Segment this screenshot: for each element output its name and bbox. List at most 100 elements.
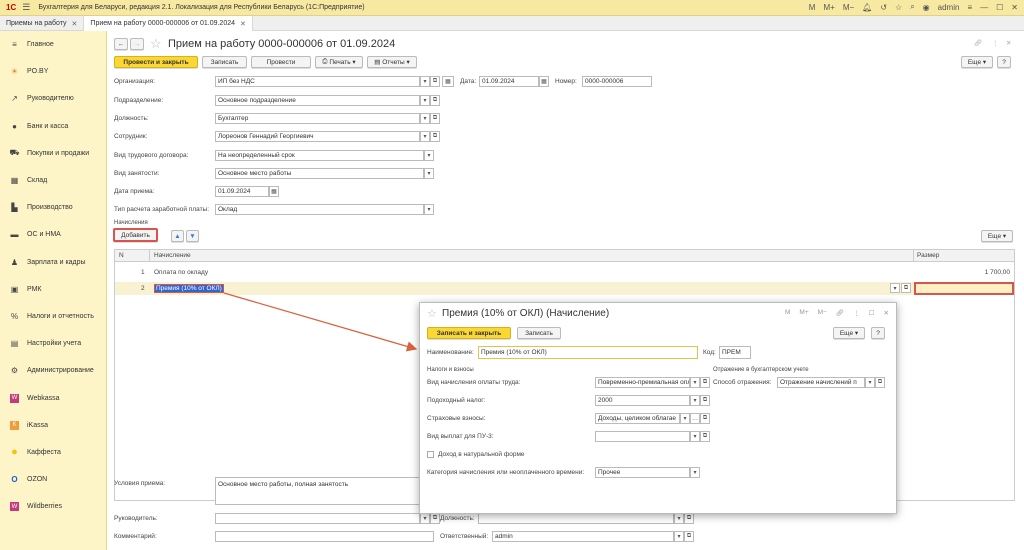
warehouse-icon: ▦ (10, 176, 19, 186)
save-and-close-button[interactable]: Записать и закрыть (427, 327, 511, 339)
sidebar-item-12[interactable]: ▤ Настройки учета (0, 330, 106, 357)
pay-kind-field[interactable]: Повременно-премиальная опл (595, 377, 690, 388)
title-bar-tools: M M+ M− 🔔︎ ↺ ☆ ⌕ ◉ admin ≡ — ☐ ✕ (809, 2, 1018, 12)
kaffesta-icon: ● (11, 446, 18, 459)
sidebar-item-6[interactable]: ▦ Склад (0, 167, 106, 194)
pu3-field[interactable] (595, 431, 690, 442)
pay-kind-label: Вид начисления оплаты труда: (427, 379, 521, 386)
dialog-more-button[interactable]: Еще ▾ (833, 327, 865, 339)
people-icon: ♟ (10, 257, 19, 267)
user-name[interactable]: admin (938, 3, 960, 12)
star-icon[interactable]: ☆ (895, 3, 902, 12)
sidebar-item-8[interactable]: ▬ ОС и НМА (0, 221, 106, 248)
sidebar-item-label: Администрирование (27, 367, 94, 375)
close-icon[interactable]: ✕ (72, 20, 78, 28)
maximize-icon[interactable]: ☐ (996, 3, 1003, 12)
history-icon[interactable]: ↺ (880, 3, 887, 12)
dropdown-arrow-icon[interactable]: ▾ (690, 467, 700, 478)
sidebar-item-label: Webkassa (27, 394, 60, 402)
sidebar-item-5[interactable]: ⛟ Покупки и продажи (0, 140, 106, 167)
dialog-help-button[interactable]: ? (871, 327, 885, 339)
sidebar-item-2[interactable]: ☀ PO.BY (0, 58, 106, 85)
dropdown-arrow-icon[interactable]: ▾ (680, 413, 690, 424)
close-icon[interactable]: ✕ (883, 309, 888, 317)
open-link-icon[interactable]: ⧉ (700, 377, 710, 388)
sidebar-item-15[interactable]: KiKassa (0, 412, 106, 439)
sidebar-item-13[interactable]: ⚙ Администрирование (0, 357, 106, 384)
sidebar-item-label: Каффеста (27, 448, 61, 456)
insurance-field[interactable]: Доходы, целиком облагае (595, 413, 680, 424)
code-label: Код: (703, 349, 716, 356)
income-tax-label: Подоходный налог: (427, 397, 486, 404)
cart-icon: ⛟ (9, 148, 20, 158)
open-link-icon[interactable]: ⧉ (700, 431, 710, 442)
register-icon: ▣ (10, 284, 19, 294)
sun-icon: ☀ (10, 67, 19, 77)
bell-icon[interactable]: 🔔︎ (862, 3, 872, 12)
document-form: ← → ☆ Прием на работу 0000-000006 от 01.… (108, 31, 1024, 550)
link-icon[interactable]: 🔗︎ (836, 309, 844, 317)
memory-m-button[interactable]: M (785, 309, 790, 317)
title-bar: 1С ☰ Бухгалтерия для Беларуси, редакция … (0, 0, 1024, 16)
more-options-icon[interactable]: … (690, 413, 700, 424)
reflect-field[interactable]: Отражение начислений п (777, 377, 865, 388)
reflect-label: Способ отражения: (713, 379, 772, 386)
sidebar-item-label: Настройки учета (27, 340, 82, 348)
sidebar-item-label: Покупки и продажи (27, 149, 90, 157)
dropdown-arrow-icon[interactable]: ▾ (865, 377, 875, 388)
in-kind-checkbox[interactable] (427, 451, 434, 458)
sidebar-item-1[interactable]: ≡ Главное (0, 31, 106, 58)
minimize-icon[interactable]: — (980, 3, 988, 12)
sidebar-item-label: Склад (27, 177, 48, 185)
main-menu-icon[interactable]: ☰ (22, 2, 30, 13)
sidebar-item-9[interactable]: ♟ Зарплата и кадры (0, 249, 106, 276)
dialog-save-button[interactable]: Записать (517, 327, 561, 339)
sidebar-item-18[interactable]: W Wildberries (0, 493, 106, 520)
settings-icon[interactable]: ≡ (967, 3, 972, 12)
sidebar-item-17[interactable]: O OZON (0, 466, 106, 493)
memory-m-button[interactable]: M (809, 3, 816, 12)
wildberries-icon: W (10, 502, 19, 512)
close-icon[interactable]: ✕ (1011, 3, 1018, 12)
code-field[interactable]: ПРЕМ (719, 346, 751, 359)
category-field[interactable]: Прочее (595, 467, 690, 478)
income-tax-field[interactable]: 2000 (595, 395, 690, 406)
pu3-label: Вид выплат для ПУ-3: (427, 433, 494, 440)
search-icon[interactable]: ⌕ (910, 2, 914, 12)
sidebar-item-4[interactable]: ● Банк и касса (0, 113, 106, 140)
sidebar-item-7[interactable]: ▙ Производство (0, 194, 106, 221)
sidebar-item-16[interactable]: ● Каффеста (0, 439, 106, 466)
maximize-icon[interactable]: ☐ (869, 309, 875, 317)
more-vert-icon[interactable]: ⋮ (853, 309, 860, 317)
close-icon[interactable]: ✕ (240, 20, 246, 28)
name-field[interactable]: Премия (10% от ОКЛ) (478, 346, 698, 359)
memory-minus-button[interactable]: M− (818, 309, 827, 317)
user-icon[interactable]: ◉ (923, 3, 930, 12)
open-tabs: Приемы на работу ✕ Прием на работу 0000-0… (0, 16, 1024, 31)
sidebar: ≡ Главное ☀ PO.BY ↗ Руководителю ● Банк и касса… (0, 31, 107, 550)
memory-plus-button[interactable]: M+ (799, 309, 808, 317)
ozon-icon: O (11, 475, 18, 485)
memory-minus-button[interactable]: M− (843, 3, 854, 12)
sidebar-item-3[interactable]: ↗ Руководителю (0, 85, 106, 112)
dropdown-arrow-icon[interactable]: ▾ (690, 377, 700, 388)
open-link-icon[interactable]: ⧉ (700, 395, 710, 406)
sidebar-item-14[interactable]: W Webkassa (0, 384, 106, 411)
favorite-star-icon[interactable]: ☆ (427, 307, 437, 320)
name-label: Наименование: (427, 349, 474, 356)
open-link-icon[interactable]: ⧉ (700, 413, 710, 424)
tab-hire-document[interactable]: Прием на работу 0000-000006 от 01.09.202… (84, 16, 253, 31)
app-logo: 1С (6, 3, 17, 12)
sidebar-item-11[interactable]: % Налоги и отчетность (0, 303, 106, 330)
sidebar-item-label: Wildberries (27, 503, 63, 511)
sidebar-item-10[interactable]: ▣ РМК (0, 276, 106, 303)
dropdown-arrow-icon[interactable]: ▾ (690, 431, 700, 442)
dialog-title: Премия (10% от ОКЛ) (Начисление) (442, 308, 610, 319)
memory-plus-button[interactable]: M+ (823, 3, 834, 12)
open-link-icon[interactable]: ⧉ (875, 377, 885, 388)
dropdown-arrow-icon[interactable]: ▾ (690, 395, 700, 406)
sidebar-item-label: PO.BY (27, 68, 49, 76)
tab-hires-list[interactable]: Приемы на работу ✕ (0, 16, 85, 31)
factory-icon: ▙ (11, 203, 18, 213)
insurance-label: Страховые взносы: (427, 415, 486, 422)
